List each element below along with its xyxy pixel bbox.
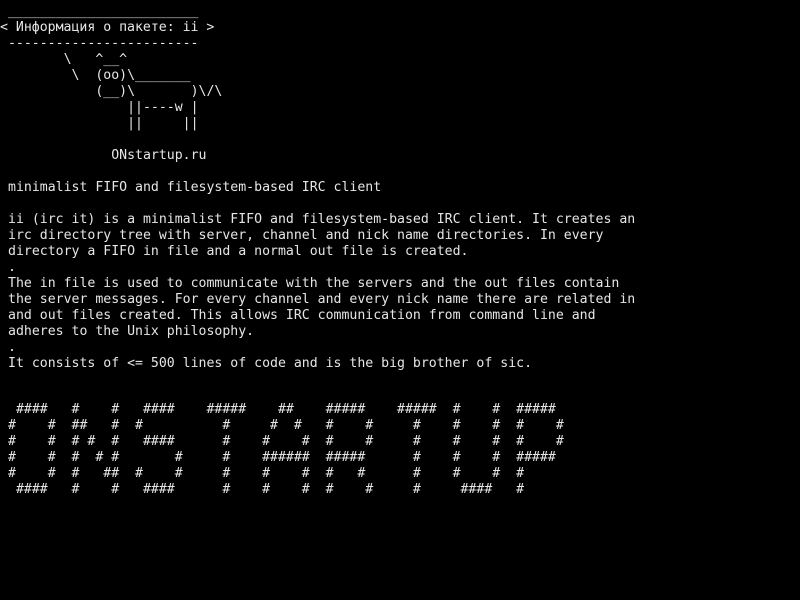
long-description-line: The in file is used to communicate with … <box>8 276 620 291</box>
long-description-line: directory a FIFO in file and a normal ou… <box>8 244 469 259</box>
cowsay-speech-bubble: ________________________ < Информация о … <box>0 4 214 52</box>
ascii-banner-line: # # # ## # # # # # # # # # # # <box>8 466 525 481</box>
cow-line: \ (oo)\_______ <box>8 68 191 83</box>
ascii-banner-line: # # # # # #### # # # # # # # # # # <box>8 434 564 449</box>
cow-line: || || <box>8 116 199 131</box>
ascii-banner-line: # # # # # # # ###### ##### # # # ##### <box>8 450 556 465</box>
short-description: minimalist FIFO and filesystem-based IRC… <box>8 180 382 195</box>
long-description-line: irc directory tree with server, channel … <box>8 228 604 243</box>
ascii-banner-line: #### # # #### # # # # # # #### # <box>8 482 525 497</box>
bubble-bottom-rule: ------------------------ <box>0 36 199 51</box>
long-description-line: adheres to the Unix philosophy. <box>8 324 255 339</box>
ascii-banner-line: #### # # #### ##### ## ##### ##### # # #… <box>8 402 556 417</box>
bubble-title: < Информация о пакете: ii > <box>0 20 215 35</box>
site-caption: ONstartup.ru <box>8 148 207 164</box>
bubble-top-rule: ________________________ <box>0 4 199 19</box>
long-description-line: the server messages. For every channel a… <box>8 292 636 307</box>
long-description-line: It consists of <= 500 lines of code and … <box>8 356 533 371</box>
cow-line: ||----w | <box>8 100 199 115</box>
long-description-line: . <box>8 340 16 355</box>
cowsay-cow-art: \ ^__^ \ (oo)\_______ (__)\ )\/\ ||----w… <box>8 52 223 132</box>
long-description-line: and out files created. This allows IRC c… <box>8 308 596 323</box>
long-description-line: . <box>8 260 16 275</box>
site-name: ONstartup.ru <box>8 148 207 163</box>
ascii-banner-line: # # ## # # # # # # # # # # # # <box>8 418 564 433</box>
cow-line: (__)\ )\/\ <box>8 84 223 99</box>
cow-line: \ ^__^ <box>8 52 128 67</box>
ascii-banner-onstartup: #### # # #### ##### ## ##### ##### # # #… <box>8 402 564 498</box>
package-description: minimalist FIFO and filesystem-based IRC… <box>8 180 798 372</box>
long-description-line: ii (irc it) is a minimalist FIFO and fil… <box>8 212 636 227</box>
